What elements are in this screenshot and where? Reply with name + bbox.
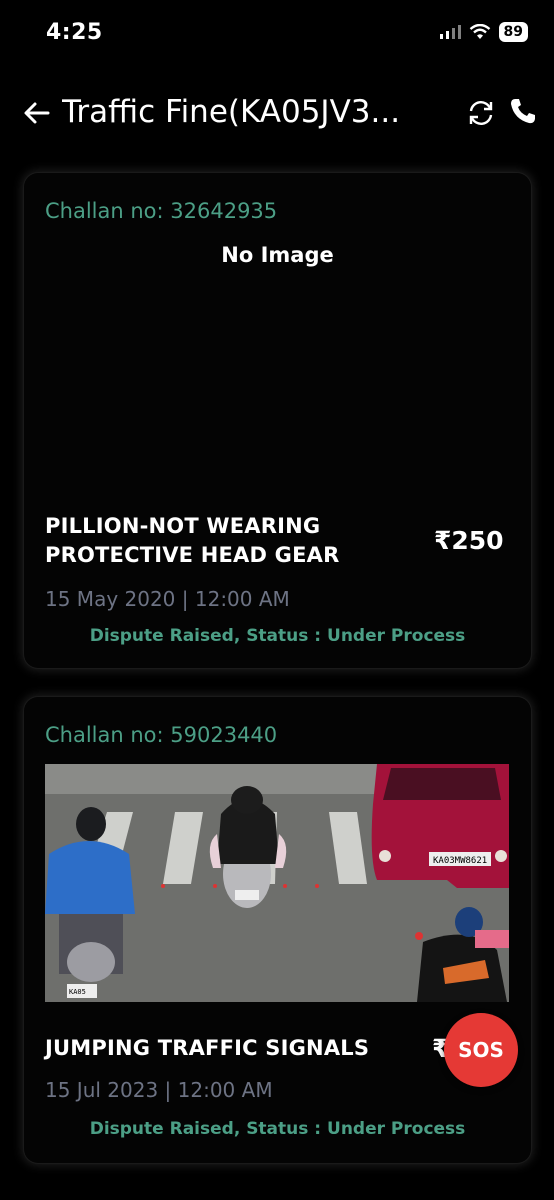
wifi-icon (469, 24, 490, 39)
challan-card[interactable]: Challan no: 32642935 No Image PILLION-NO… (24, 173, 531, 668)
back-arrow-icon[interactable] (22, 98, 52, 128)
phone-icon[interactable] (508, 96, 538, 126)
status-icons: 89 (439, 22, 528, 42)
app-header: Traffic Fine(KA05JV3... (0, 88, 554, 140)
traffic-photo-image: KA03MW8621 KA05 (45, 764, 509, 1002)
offense-title: PILLION-NOT WEARING PROTECTIVE HEAD GEAR (45, 512, 339, 570)
no-image-label: No Image (221, 243, 334, 267)
battery-indicator: 89 (498, 22, 528, 42)
challan-card[interactable]: Challan no: 59023440 KA03MW8621 KA05 JUM… (24, 697, 531, 1163)
page-title: Traffic Fine(KA05JV3... (62, 94, 401, 130)
status-time: 4:25 (46, 20, 103, 45)
fine-amount: ₹250 (434, 526, 504, 555)
traffic-camera-photo[interactable]: KA03MW8621 KA05 (45, 764, 509, 1002)
dispute-status: Dispute Raised, Status : Under Process (89, 626, 466, 646)
sos-button[interactable]: SOS (444, 1013, 518, 1087)
offense-title: JUMPING TRAFFIC SIGNALS (45, 1036, 370, 1060)
offense-line: PROTECTIVE HEAD GEAR (45, 543, 340, 567)
car-plate: KA03MW8621 (433, 856, 487, 866)
challan-number: Challan no: 59023440 (45, 723, 278, 747)
challan-datetime: 15 May 2020 | 12:00 AM (45, 587, 290, 611)
challan-number: Challan no: 32642935 (45, 199, 278, 223)
signal-icon (439, 25, 461, 39)
dispute-status: Dispute Raised, Status : Under Process (89, 1119, 466, 1139)
challan-datetime: 15 Jul 2023 | 12:00 AM (45, 1078, 273, 1102)
offense-line: PILLION-NOT WEARING (45, 514, 321, 538)
status-bar: 4:25 89 (0, 0, 554, 70)
refresh-icon[interactable] (466, 98, 496, 128)
scooter-plate: KA05 (69, 988, 86, 996)
